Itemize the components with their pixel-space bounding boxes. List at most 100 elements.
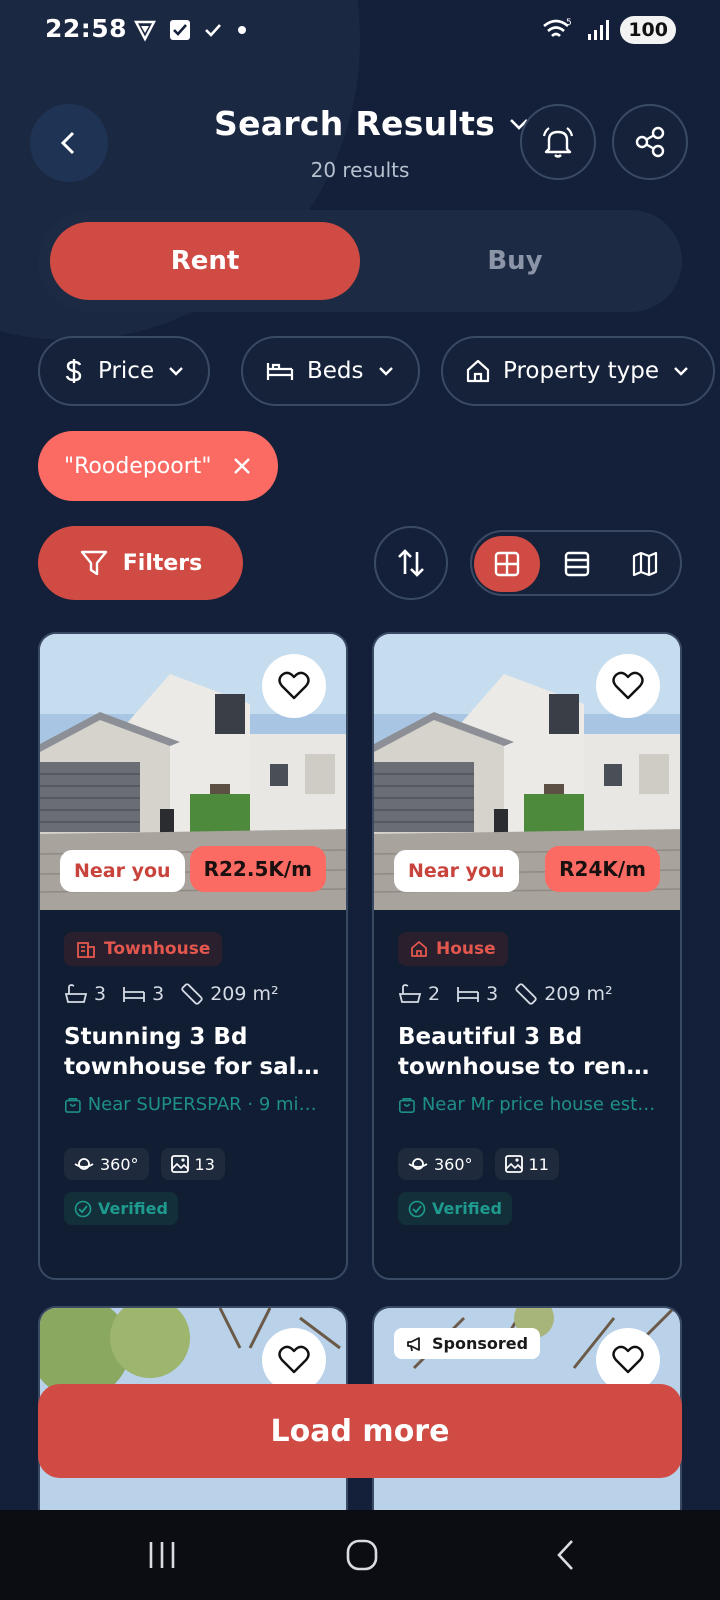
sort-icon (398, 549, 424, 577)
listing-card[interactable]: Near you R22.5K/m Townhouse 3 3 209 m² S… (38, 632, 348, 1280)
media-badges: 360° 13 (64, 1148, 225, 1180)
share-icon (635, 126, 665, 158)
verified-check-icon (74, 1200, 92, 1217)
image-icon (170, 1155, 189, 1173)
listing-title-line1: Stunning 3 Bd (64, 1024, 248, 1050)
title-dropdown[interactable]: Search Results (214, 104, 531, 143)
signal-icon (588, 20, 610, 40)
listing-title[interactable]: Beautiful 3 Bd townhouse to rent in Rood… (398, 1022, 660, 1082)
price-badge: R22.5K/m (189, 846, 326, 892)
status-bar: 22:58 5 100 (0, 0, 720, 64)
image-icon (504, 1155, 523, 1173)
chevron-down-icon (674, 367, 688, 376)
bed-count: 3 (486, 983, 499, 1005)
bed-icon (457, 987, 479, 1002)
favorite-button[interactable] (262, 654, 326, 718)
svg-text:5: 5 (566, 18, 572, 28)
load-more-button[interactable]: Load more (38, 1384, 682, 1478)
listing-card[interactable]: Near you R24K/m House 2 3 209 m² Beautif… (372, 632, 682, 1280)
home-button[interactable] (332, 1532, 392, 1578)
share-button[interactable] (612, 104, 688, 180)
verified-badge: Verified (398, 1192, 512, 1225)
tab-buy[interactable]: Buy (360, 222, 670, 300)
home-circle-icon (346, 1539, 378, 1571)
listing-specs: 3 3 209 m² (64, 982, 279, 1006)
recent-apps-button[interactable] (132, 1532, 192, 1578)
heart-icon (612, 1345, 644, 1374)
listing-specs: 2 3 209 m² (398, 982, 613, 1006)
status-icons-right: 5 100 (542, 16, 676, 44)
chevron-down-icon (169, 367, 183, 376)
shopping-bag-icon (64, 1097, 81, 1113)
check-icon (205, 24, 221, 37)
wifi-icon: 5 (543, 18, 572, 37)
bed-icon (266, 363, 294, 380)
listing-title-line2: townhouse to rent in Roodepoort (398, 1054, 660, 1080)
home-icon (466, 359, 490, 383)
photo-count-badge: 11 (494, 1148, 559, 1180)
megaphone-icon (407, 1336, 420, 1351)
vpn-icon (134, 20, 156, 42)
bath-count: 2 (428, 983, 441, 1005)
location-tag-label: "Roodepoort" (64, 453, 212, 479)
close-icon[interactable] (232, 456, 252, 476)
property-type-filter-label: Property type (503, 358, 660, 384)
price-filter-chip[interactable]: Price (38, 336, 211, 406)
page-title: Search Results (214, 104, 496, 143)
shopping-bag-icon (398, 1097, 415, 1113)
battery-indicator: 100 (620, 16, 676, 44)
verified-label: Verified (98, 1199, 168, 1218)
map-view-button[interactable] (612, 536, 678, 592)
tour-360-label: 360° (100, 1154, 139, 1174)
beds-filter-label: Beds (307, 358, 364, 384)
list-view-button[interactable] (544, 536, 610, 592)
check-box-icon (170, 20, 190, 40)
filters-button-label: Filters (122, 550, 203, 576)
listing-title[interactable]: Stunning 3 Bd townhouse for sale in Rood… (64, 1022, 326, 1082)
photo-count-badge: 13 (160, 1148, 225, 1180)
tour-360-label: 360° (434, 1154, 473, 1174)
heart-icon (612, 671, 644, 700)
app-screen: 22:58 5 100 Search Results 20 results Re… (0, 0, 720, 1510)
favorite-button[interactable] (596, 1328, 660, 1392)
chevron-down-icon (378, 367, 393, 376)
property-type-badge: Townhouse (64, 932, 223, 966)
system-back-button[interactable] (536, 1532, 596, 1578)
status-time: 22:58 (45, 14, 128, 43)
rent-buy-toggle: Rent Buy (38, 210, 682, 312)
near-you-badge: Near you (394, 850, 519, 892)
recent-apps-icon (149, 1542, 175, 1568)
property-type-filter-chip[interactable]: Property type (441, 336, 716, 406)
system-nav-bar (0, 1510, 720, 1600)
nearby-place-label: Near SUPERSPAR · 9 min walk (87, 1094, 326, 1115)
map-icon (632, 551, 658, 577)
beds-filter-chip[interactable]: Beds (241, 336, 420, 406)
listing-photo[interactable]: Near you R22.5K/m (40, 634, 346, 910)
media-badges: 360° 11 (398, 1148, 559, 1180)
listing-photo[interactable]: Near you R24K/m (374, 634, 680, 910)
view-mode-toggle (470, 530, 682, 596)
property-type-badge: House (398, 932, 508, 966)
verified-badge: Verified (64, 1192, 178, 1225)
tab-rent[interactable]: Rent (50, 222, 360, 300)
filters-button[interactable]: Filters (38, 526, 243, 600)
grid-icon (494, 551, 520, 577)
floor-area: 209 m² (544, 983, 613, 1005)
listing-title-line2: townhouse for sale in Roodepoort (64, 1054, 326, 1080)
near-you-badge: Near you (60, 850, 185, 892)
favorite-button[interactable] (596, 654, 660, 718)
dot-icon (238, 26, 246, 34)
sort-button[interactable] (374, 526, 448, 600)
location-tag-chip[interactable]: "Roodepoort" (38, 431, 278, 501)
favorite-button[interactable] (262, 1328, 326, 1392)
building-icon (77, 942, 95, 958)
grid-view-button[interactable] (474, 536, 540, 592)
alert-button[interactable] (520, 104, 596, 180)
property-type-label: Townhouse (104, 939, 211, 959)
bath-icon (398, 984, 422, 1003)
photo-count: 13 (194, 1154, 215, 1174)
nearby-place-label: Near Mr price house est. area (421, 1094, 660, 1115)
ruler-icon (181, 983, 203, 1005)
property-type-label: House (436, 939, 496, 959)
nearby-place: Near Mr price house est. area (398, 1094, 660, 1115)
